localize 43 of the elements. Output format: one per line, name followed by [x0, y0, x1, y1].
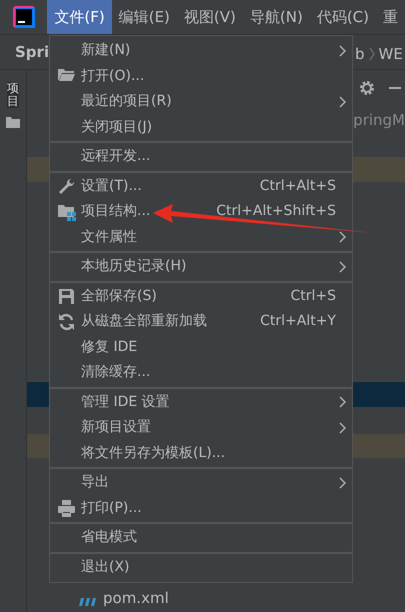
menu-item[interactable]: 本地历史记录(H)	[50, 254, 352, 280]
menu-item[interactable]: 新项目设置	[50, 415, 352, 440]
menu-item[interactable]: 省电模式	[50, 525, 352, 550]
menu-item[interactable]: 远程开发...	[50, 144, 352, 170]
breadcrumb-item[interactable]: b	[355, 43, 365, 66]
settings-icon[interactable]	[359, 80, 375, 96]
project-tab[interactable]: 项目	[7, 82, 19, 108]
menu-bar-item[interactable]: 代码(C)	[310, 0, 376, 34]
menu-item[interactable]: 导出	[50, 470, 352, 496]
menu-bar-item[interactable]: 文件(F)	[47, 0, 112, 34]
menu-item[interactable]: 设置(T)... Ctrl+Alt+S	[50, 174, 352, 199]
project-name[interactable]: Spri	[0, 40, 50, 64]
save-icon	[56, 286, 76, 306]
folder-icon	[6, 116, 20, 128]
menu-item[interactable]: 最近的项目(R)	[50, 89, 352, 114]
menu-item[interactable]: 项目结构... Ctrl+Alt+Shift+S	[50, 199, 352, 224]
breadcrumb-item[interactable]: WE	[378, 43, 403, 66]
printer-icon	[56, 498, 76, 518]
file-icon	[79, 598, 97, 606]
menu-item[interactable]: 退出(X)	[50, 554, 352, 580]
breadcrumb-separator-icon	[368, 47, 375, 62]
menu-item[interactable]: 关闭项目(J)	[50, 114, 352, 140]
menu-item[interactable]: 新建(N)	[50, 38, 352, 64]
menu-item[interactable]: 打开(O)...	[50, 64, 352, 89]
menu-item[interactable]: 全部保存(S) Ctrl+S	[50, 284, 352, 309]
menu-item[interactable]: 文件属性	[50, 224, 352, 250]
menu-item[interactable]: 将文件另存为模板(L)...	[50, 440, 352, 466]
menu-item[interactable]: 管理 IDE 设置	[50, 390, 352, 415]
wrench-icon	[56, 176, 76, 196]
minimize-icon[interactable]	[389, 86, 401, 88]
file-name[interactable]: pom.xml	[103, 590, 169, 606]
menu-item[interactable]: 打印(P)...	[50, 496, 352, 521]
menu-bar-item[interactable]: 导航(N)	[242, 0, 310, 34]
menu-bar-item[interactable]: 重	[376, 0, 405, 34]
reload-icon	[56, 312, 76, 332]
app-logo-icon[interactable]	[12, 6, 35, 28]
folder-grid-icon	[56, 202, 76, 222]
menu-bar-item[interactable]: 视图(V)	[176, 0, 243, 34]
menu-item[interactable]: 清除缓存...	[50, 360, 352, 386]
menu-item[interactable]: 修复 IDE	[50, 334, 352, 360]
menu-bar-item[interactable]: 编辑(E)	[112, 0, 177, 34]
tree-item[interactable]: pringM	[353, 108, 405, 132]
menu-item[interactable]: 从磁盘全部重新加载 Ctrl+Alt+Y	[50, 309, 352, 334]
